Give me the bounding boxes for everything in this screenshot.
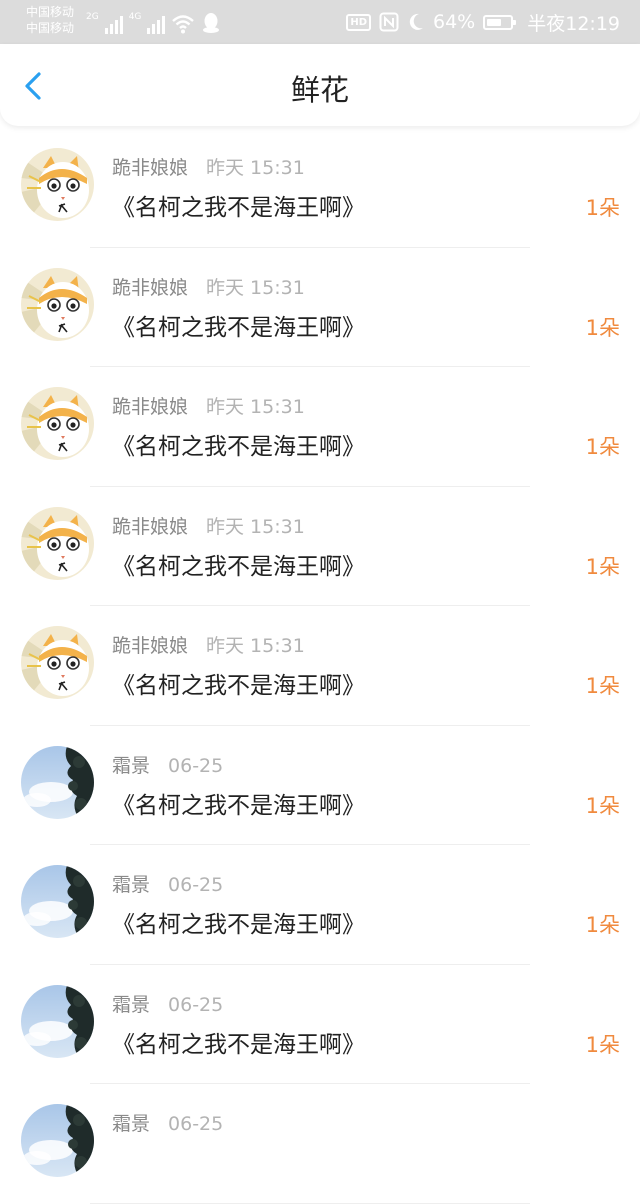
list-item[interactable]: 跪非娘娘 昨天 15:31 《名柯之我不是海王啊》 1朵 [0,606,640,726]
book-title: 《名柯之我不是海王啊》 [112,792,365,819]
battery-icon [483,14,517,30]
flower-count: 1朵 [585,315,620,340]
item-meta: 跪非娘娘 昨天 15:31 [112,392,305,419]
list-item[interactable]: 跪非娘娘 昨天 15:31 《名柯之我不是海王啊》 1朵 [0,128,640,248]
avatar[interactable] [21,148,94,221]
list-item[interactable]: 霜景 06-25 《名柯之我不是海王啊》 1朵 [0,726,640,845]
sky-avatar-image [21,984,94,1058]
timestamp: 昨天 15:31 [206,276,305,299]
timestamp: 昨天 15:31 [206,635,305,657]
flower-count: 1朵 [585,674,620,698]
flower-count: 1朵 [585,196,620,220]
clock: 半夜12:19 [527,12,620,35]
avatar[interactable] [21,506,94,580]
timestamp: 06-25 [168,1113,224,1135]
avatar[interactable] [21,1104,94,1177]
carrier-info: 中国移动 中国移动 [26,4,74,36]
nickname[interactable]: 跪非娘娘 [112,635,188,657]
list-item[interactable]: 霜景 06-25 [0,1084,640,1204]
nfc-icon [379,12,399,32]
flower-count: 1朵 [585,913,620,937]
timestamp: 昨天 15:31 [206,396,305,418]
nickname[interactable]: 跪非娘娘 [112,396,188,418]
header: 鲜花 [0,44,640,126]
nickname[interactable]: 霜景 [112,874,150,896]
page-title: 鲜花 [290,73,349,107]
flower-count: 1朵 [585,435,620,459]
status-right: HD 64% 半夜12:19 [346,10,620,35]
book-title: 《名柯之我不是海王啊》 [112,553,365,580]
cat-avatar-image [21,626,94,699]
book-title: 《名柯之我不是海王啊》 [112,195,365,221]
list-item[interactable]: 霜景 06-25 《名柯之我不是海王啊》 1朵 [0,845,640,965]
cat-avatar-image [21,506,94,580]
timestamp: 昨天 15:31 [206,157,305,179]
signal-icon [147,16,166,34]
carrier-1: 中国移动 [26,5,75,19]
item-meta: 跪非娘娘 昨天 15:31 [112,631,305,658]
book-title: 《名柯之我不是海王啊》 [112,434,365,460]
item-meta: 跪非娘娘 昨天 15:31 [112,273,305,300]
nickname[interactable]: 跪非娘娘 [112,516,188,538]
avatar[interactable] [21,865,94,938]
list-item[interactable]: 跪非娘娘 昨天 15:31 《名柯之我不是海王啊》 1朵 [0,248,640,367]
flower-count: 1朵 [585,793,620,818]
net-type-1: 2G [86,12,99,22]
moon-icon [409,13,423,30]
battery-percent: 64% [433,11,476,33]
cat-avatar-image [21,387,94,460]
divider [90,1202,530,1204]
list-item[interactable]: 霜景 06-25 《名柯之我不是海王啊》 1朵 [0,965,640,1084]
timestamp: 06-25 [168,874,224,896]
battery-fill [487,18,502,26]
avatar[interactable] [21,745,94,819]
avatar[interactable] [21,626,94,699]
nickname[interactable]: 霜景 [112,755,150,777]
timestamp: 06-25 [168,993,224,1016]
flower-count: 1朵 [585,554,620,579]
sky-avatar-image [21,865,94,938]
carrier-2: 中国移动 [26,21,75,35]
timestamp: 06-25 [168,754,224,777]
list-item[interactable]: 跪非娘娘 昨天 15:31 《名柯之我不是海王啊》 1朵 [0,367,640,487]
status-bar: 中国移动 中国移动 2G 4G HD 64% 半夜12:19 [0,0,640,44]
cat-avatar-image [21,148,94,221]
book-title: 《名柯之我不是海王啊》 [112,1031,365,1058]
nickname[interactable]: 跪非娘娘 [112,157,188,179]
flower-list: 跪非娘娘 昨天 15:31 《名柯之我不是海王啊》 1朵 跪非娘娘 昨天 15:31 《名… [0,128,640,1204]
item-meta: 霜景 06-25 [112,1109,223,1136]
item-meta: 跪非娘娘 昨天 15:31 [112,153,305,180]
net-type-2: 4G [128,12,142,22]
nickname[interactable]: 霜景 [112,1113,150,1135]
hd-icon: HD [346,13,371,31]
wifi-icon [172,15,195,34]
qq-icon [203,13,220,33]
avatar[interactable] [21,387,94,460]
item-meta: 霜景 06-25 [112,751,223,778]
cat-avatar-image [21,267,94,341]
avatar[interactable] [21,267,94,341]
sky-avatar-image [21,1104,94,1177]
book-title: 《名柯之我不是海王啊》 [112,673,365,699]
item-meta: 霜景 06-25 [112,990,223,1017]
nickname[interactable]: 霜景 [112,994,150,1016]
list-item[interactable]: 跪非娘娘 昨天 15:31 《名柯之我不是海王啊》 1朵 [0,487,640,606]
item-meta: 跪非娘娘 昨天 15:31 [112,512,305,539]
book-title: 《名柯之我不是海王啊》 [112,912,365,938]
timestamp: 昨天 15:31 [206,515,305,538]
signal-group: 2G 4G [86,10,221,34]
signal-icon [104,16,123,34]
item-meta: 霜景 06-25 [112,870,223,897]
avatar[interactable] [21,984,94,1058]
flower-count: 1朵 [585,1032,620,1057]
book-title: 《名柯之我不是海王啊》 [112,314,365,341]
nickname[interactable]: 跪非娘娘 [112,277,188,299]
sky-avatar-image [21,745,94,819]
